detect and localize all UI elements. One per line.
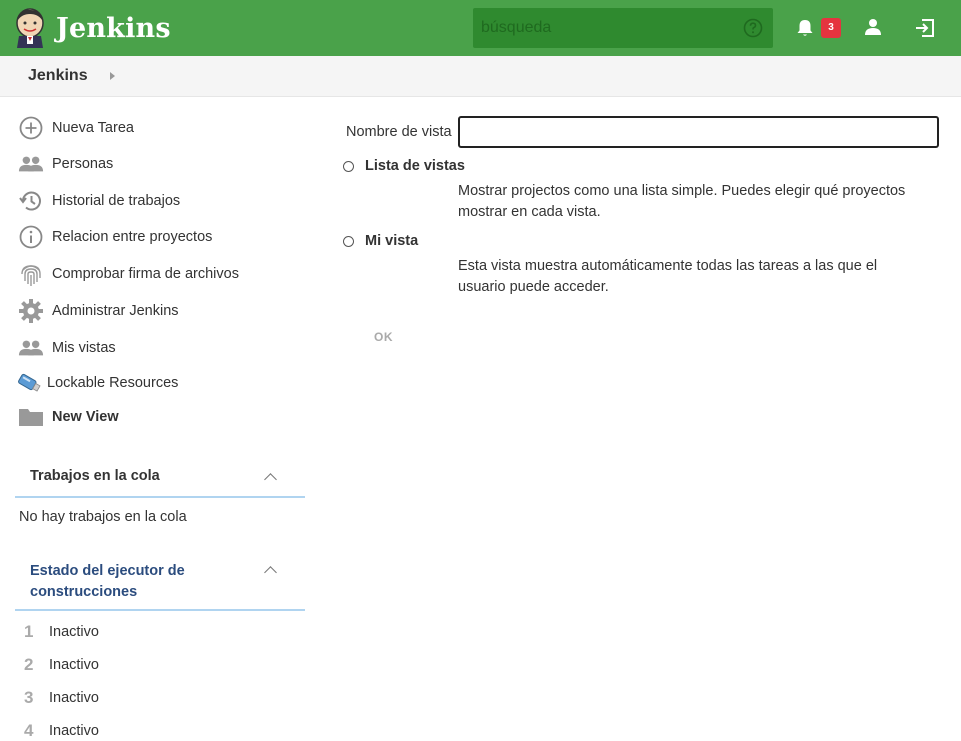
sidebar-item-nueva-tarea[interactable]: Nueva Tarea — [18, 115, 134, 141]
option-description: Esta vista muestra automáticamente todas… — [458, 258, 878, 295]
user-icon[interactable] — [863, 17, 883, 37]
executor-row: 1 Inactivo — [24, 622, 99, 642]
search-input[interactable] — [473, 8, 733, 48]
people-icon — [18, 151, 44, 177]
breadcrumb: Jenkins — [0, 56, 961, 97]
queue-empty-text: No hay trabajos en la cola — [19, 509, 187, 525]
executor-title-line1: Estado del ejecutor de — [30, 563, 185, 579]
sidebar-item-lockable[interactable]: Lockable Resources — [16, 370, 178, 396]
logo-link[interactable]: Jenkins — [14, 8, 171, 48]
executor-status: Inactivo — [49, 624, 99, 640]
sidebar-item-administrar[interactable]: Administrar Jenkins — [18, 298, 179, 324]
executor-panel-header[interactable]: Estado del ejecutor de construcciones — [15, 553, 305, 611]
folder-icon — [18, 404, 44, 430]
sidebar-item-new-view[interactable]: New View — [18, 404, 119, 430]
logout-icon[interactable] — [913, 16, 937, 40]
executor-number: 1 — [24, 622, 34, 641]
breadcrumb-arrow-icon[interactable] — [110, 72, 115, 80]
executor-panel-title: Estado del ejecutor de construcciones — [30, 561, 185, 603]
sidebar-item-personas[interactable]: Personas — [18, 151, 113, 177]
sidebar-item-label: New View — [52, 409, 119, 425]
people-icon — [18, 335, 44, 361]
executor-status: Inactivo — [49, 690, 99, 706]
sidebar-item-historial[interactable]: Historial de trabajos — [18, 188, 180, 214]
option-label[interactable]: Lista de vistas — [365, 158, 465, 174]
gear-icon — [18, 298, 44, 324]
executor-row: 3 Inactivo — [24, 688, 99, 708]
sidebar-item-label: Relacion entre proyectos — [52, 229, 213, 245]
queue-panel-title: Trabajos en la cola — [30, 468, 160, 484]
executor-number: 3 — [24, 688, 34, 707]
bell-icon[interactable] — [795, 18, 815, 38]
fingerprint-icon — [18, 261, 44, 287]
sidebar-item-label: Comprobar firma de archivos — [52, 266, 239, 282]
history-icon — [18, 188, 44, 214]
sidebar-item-relacion[interactable]: Relacion entre proyectos — [18, 224, 212, 250]
plus-circle-icon — [18, 115, 44, 141]
chevron-up-icon[interactable] — [264, 566, 277, 579]
notification-badge[interactable]: 3 — [821, 18, 841, 38]
executor-status: Inactivo — [49, 723, 99, 739]
executor-title-line2: construcciones — [30, 584, 138, 600]
radio-button[interactable] — [343, 235, 354, 247]
chevron-up-icon[interactable] — [264, 473, 277, 486]
search-box — [473, 8, 773, 48]
radio-button[interactable] — [343, 160, 354, 172]
help-icon[interactable] — [743, 18, 763, 38]
app-title: Jenkins — [56, 12, 171, 44]
sidebar-item-label: Mis vistas — [52, 340, 116, 356]
view-name-input[interactable] — [458, 116, 939, 148]
option-lista-de-vistas[interactable]: Lista de vistas — [343, 158, 465, 174]
option-mi-vista[interactable]: Mi vista — [343, 233, 418, 249]
executor-number: 2 — [24, 655, 34, 674]
sidebar-item-label: Lockable Resources — [47, 375, 179, 391]
sidebar-item-label: Historial de trabajos — [52, 193, 181, 209]
breadcrumb-jenkins[interactable]: Jenkins — [28, 67, 88, 85]
queue-panel-header[interactable]: Trabajos en la cola — [15, 458, 305, 498]
info-icon — [18, 224, 44, 250]
option-label[interactable]: Mi vista — [365, 233, 418, 249]
ok-button[interactable]: OK — [374, 330, 393, 344]
sidebar-item-label: Nueva Tarea — [52, 120, 134, 136]
sidebar-item-mis-vistas[interactable]: Mis vistas — [18, 335, 116, 361]
sidebar-item-firma[interactable]: Comprobar firma de archivos — [18, 261, 239, 287]
jenkins-logo-icon — [16, 8, 44, 48]
executor-status: Inactivo — [49, 657, 99, 673]
sidebar-item-label: Personas — [52, 156, 114, 172]
executor-number: 4 — [24, 721, 34, 740]
executor-row: 4 Inactivo — [24, 721, 99, 741]
executor-row: 2 Inactivo — [24, 655, 99, 675]
option-description: Mostrar projectos como una lista simple.… — [458, 183, 906, 220]
view-name-label: Nombre de vista — [346, 124, 452, 140]
usb-icon — [16, 370, 42, 396]
top-header: Jenkins 3 — [0, 0, 961, 56]
sidebar-item-label: Administrar Jenkins — [52, 303, 179, 319]
